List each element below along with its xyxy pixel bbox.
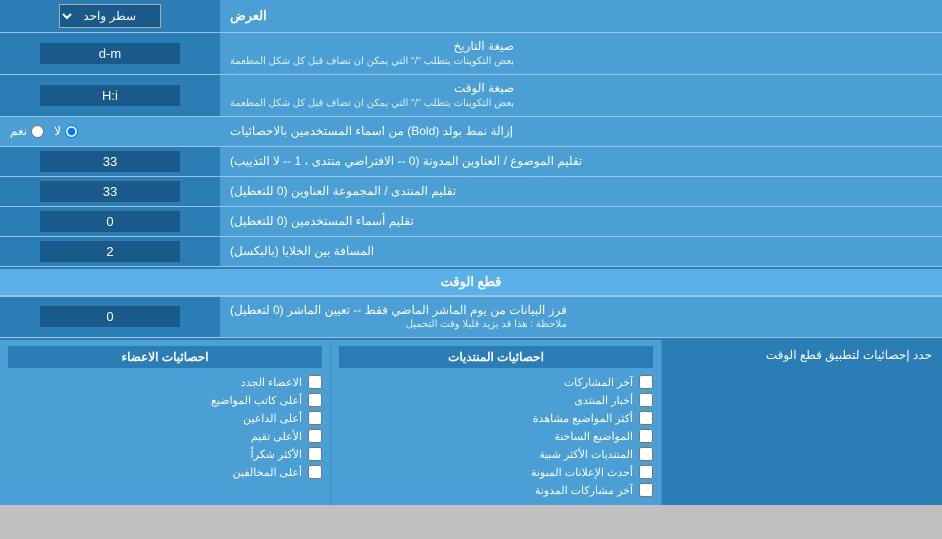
cutoff-days-label: فرز البيانات من يوم الماشر الماضي فقط --…: [230, 302, 567, 319]
date-format-sublabel: بعض التكوينات يتطلب "/" التي يمكن ان تضا…: [230, 55, 514, 69]
display-label: العرض: [230, 8, 267, 24]
time-format-label: صيغة الوقت: [230, 80, 514, 97]
date-format-label: صيغة التاريخ: [230, 38, 514, 55]
members-check-2[interactable]: [308, 411, 322, 425]
posts-check-3[interactable]: [639, 429, 653, 443]
posts-item-0: آخر المشاركات: [339, 373, 653, 391]
members-col-header: احصائيات الاعضاء: [8, 346, 322, 368]
rows-dropdown[interactable]: سطر واحد سطران ثلاثة أسطر: [59, 4, 161, 28]
members-item-0: الاعضاء الجدد: [8, 373, 322, 391]
members-check-4[interactable]: [308, 447, 322, 461]
members-check-5[interactable]: [308, 465, 322, 479]
members-item-2: أعلى الداعين: [8, 409, 322, 427]
topic-titles-label: تقليم الموضوع / العناوين المدونة (0 -- ا…: [230, 153, 582, 170]
posts-item-5: أحدث الإعلانات المبونة: [339, 463, 653, 481]
bold-label: إزالة نمط بولد (Bold) من اسماء المستخدمي…: [230, 123, 513, 140]
time-format-sublabel: بعض التكوينات يتطلب "/" التي يمكن ان تضا…: [230, 97, 514, 111]
forum-titles-label: تقليم المنتدى / المجموعة العناوين (0 للت…: [230, 183, 456, 200]
topic-titles-input[interactable]: [40, 151, 180, 172]
posts-check-2[interactable]: [639, 411, 653, 425]
cell-spacing-input[interactable]: [40, 241, 180, 262]
posts-item-3: المواضيع الساخنة: [339, 427, 653, 445]
posts-check-6[interactable]: [639, 483, 653, 497]
posts-item-6: آخر مشاركات المدونة: [339, 481, 653, 499]
forum-titles-input[interactable]: [40, 181, 180, 202]
posts-item-1: أخبار المنتدى: [339, 391, 653, 409]
members-check-3[interactable]: [308, 429, 322, 443]
usernames-input[interactable]: [40, 211, 180, 232]
bold-yes-label[interactable]: نعم: [10, 124, 44, 138]
posts-col-header: احصائيات المنتديات: [339, 346, 653, 368]
bold-no-radio[interactable]: [65, 125, 78, 138]
members-item-3: الأعلى تقيم: [8, 427, 322, 445]
posts-check-0[interactable]: [639, 375, 653, 389]
posts-check-4[interactable]: [639, 447, 653, 461]
bold-no-label[interactable]: لا: [54, 124, 78, 138]
posts-item-4: المنتديات الأكثر شبية: [339, 445, 653, 463]
cutoff-section-header: قطع الوقت: [0, 269, 942, 296]
members-item-5: أعلى المخالفين: [8, 463, 322, 481]
posts-check-1[interactable]: [639, 393, 653, 407]
date-format-input[interactable]: [40, 43, 180, 64]
members-item-1: أعلى كاتب المواضيع: [8, 391, 322, 409]
cell-spacing-label: المسافة بين الخلايا (بالبكسل): [230, 243, 374, 260]
members-check-1[interactable]: [308, 393, 322, 407]
usernames-label: تقليم أسماء المستخدمين (0 للتعطيل): [230, 213, 414, 230]
cutoff-days-input[interactable]: [40, 306, 180, 327]
time-format-input[interactable]: [40, 85, 180, 106]
posts-check-5[interactable]: [639, 465, 653, 479]
stats-title: حدد إحصائيات لتطبيق قطع الوقت: [766, 348, 932, 362]
bold-yes-radio[interactable]: [31, 125, 44, 138]
members-item-4: الأكثر شكراً: [8, 445, 322, 463]
posts-item-2: أكثر المواضيع مشاهدة: [339, 409, 653, 427]
members-check-0[interactable]: [308, 375, 322, 389]
cutoff-days-sublabel: ملاحظة : هذا قد يزيد قليلا وقت التحميل: [230, 318, 567, 332]
